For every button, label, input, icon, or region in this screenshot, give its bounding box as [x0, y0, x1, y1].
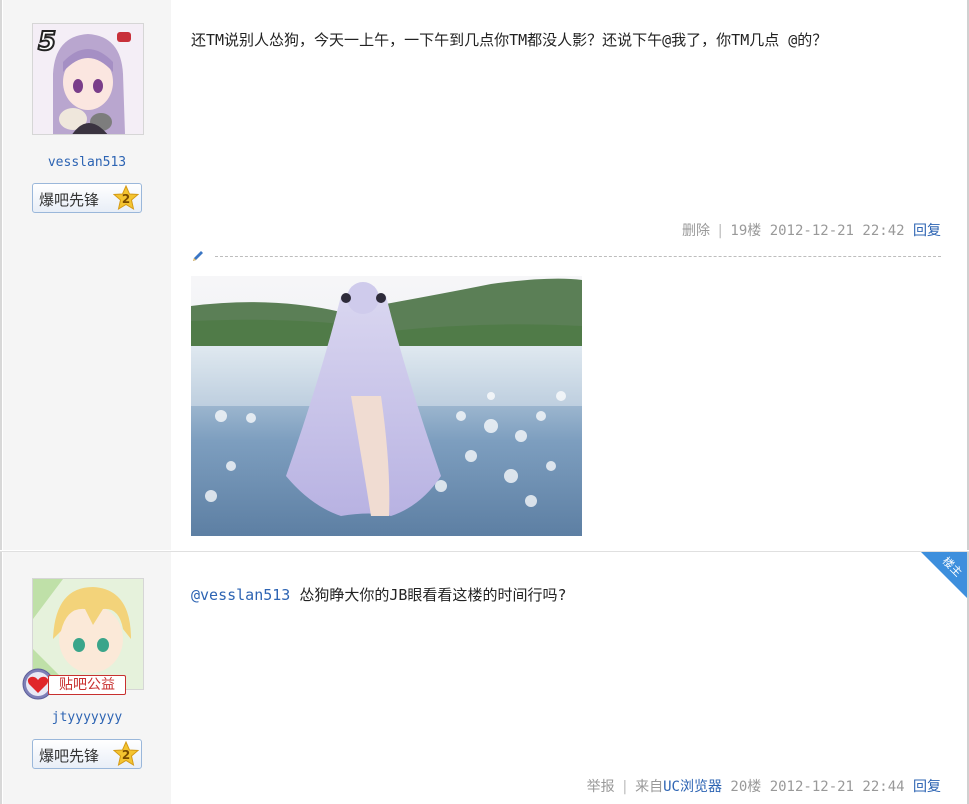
level-badge[interactable]: 爆吧先锋 2 — [32, 739, 142, 769]
charity-label: 贴吧公益 — [48, 675, 126, 695]
pencil-icon — [191, 248, 205, 267]
signature-divider — [191, 248, 941, 262]
delete-link[interactable]: 删除 — [682, 223, 710, 239]
separator: | — [620, 779, 630, 795]
source-app-link[interactable]: UC浏览器 — [663, 779, 722, 795]
post-floor-19: 5 vesslan513 爆吧先锋 2 还TM说别人怂狗，今天一上午，一下午到几… — [0, 0, 969, 550]
badge-label: 爆吧先锋 — [39, 747, 100, 765]
signature-image — [191, 276, 582, 536]
post-text: 怂狗睁大你的JB眼看看这楼的时间行吗? — [299, 586, 567, 604]
post-content: @vesslan513 怂狗睁大你的JB眼看看这楼的时间行吗? — [191, 584, 566, 605]
star-icon: 2 — [112, 740, 140, 771]
original-poster-tag: 楼主 — [921, 552, 967, 598]
source-prefix: 来自 — [635, 779, 664, 795]
post-content: 还TM说别人怂狗，今天一上午，一下午到几点你TM都没人影？还说下午@我了，你TM… — [191, 31, 828, 49]
separator: | — [715, 223, 725, 239]
post-time: 2012-12-21 22:42 — [769, 223, 905, 239]
floor-number: 20楼 — [730, 779, 762, 795]
username[interactable]: jtyyyyyyy — [3, 710, 171, 725]
badge-level: 2 — [122, 192, 130, 206]
badge-level: 2 — [122, 748, 130, 762]
level-badge[interactable]: 爆吧先锋 2 — [32, 183, 142, 213]
username[interactable]: vesslan513 — [3, 155, 171, 170]
star-icon: 2 — [112, 184, 140, 215]
reply-link[interactable]: 回复 — [913, 779, 941, 795]
left-border — [0, 552, 2, 804]
badge-label: 爆吧先锋 — [39, 191, 100, 209]
post-tail: 删除 | 19楼 2012-12-21 22:42 回复 — [682, 220, 941, 240]
left-border — [0, 0, 2, 550]
mention-link[interactable]: @vesslan513 — [191, 586, 290, 604]
level-number: 5 — [37, 26, 57, 58]
post-floor-20: 楼主 贴吧公益 jtyyyyyyy 爆吧先锋 2 @vesslan513 怂狗睁… — [0, 551, 969, 804]
avatar[interactable]: 5 — [32, 23, 144, 135]
post-tail: 举报 | 来自UC浏览器 20楼 2012-12-21 22:44 回复 — [587, 776, 941, 796]
report-link[interactable]: 举报 — [587, 779, 615, 795]
floor-number: 19楼 — [730, 223, 762, 239]
post-time: 2012-12-21 22:44 — [769, 779, 905, 795]
reply-link[interactable]: 回复 — [913, 223, 941, 239]
